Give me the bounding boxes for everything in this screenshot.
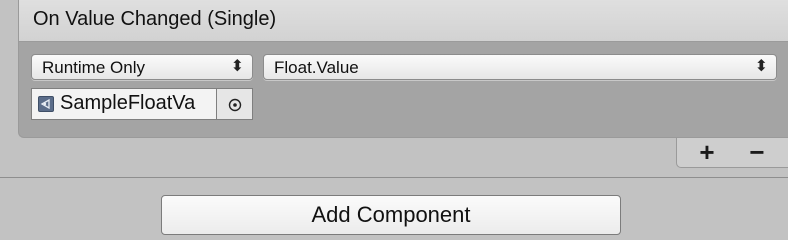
add-listener-button[interactable]: + [687,138,727,166]
up-down-arrows-icon: ⬍ [230,58,244,75]
add-component-label: Add Component [311,202,471,227]
function-dropdown[interactable]: Float.Value ⬍ [263,54,777,80]
object-picker-button[interactable] [217,88,253,120]
inspector-area: On Value Changed (Single) Runtime Only ⬍… [0,0,788,235]
target-object-name: SampleFloatVa [60,92,196,114]
event-title: On Value Changed (Single) [33,8,277,30]
add-component-button[interactable]: Add Component [161,195,621,235]
object-picker-icon [228,98,242,112]
unity-event-panel: On Value Changed (Single) Runtime Only ⬍… [18,0,788,138]
event-listener-list: Runtime Only ⬍ Float.Value ⬍ SampleFloat… [19,42,788,130]
function-label: Float.Value [274,58,359,77]
event-header: On Value Changed (Single) [19,0,788,42]
remove-listener-button[interactable]: − [737,138,777,166]
call-state-dropdown[interactable]: Runtime Only ⬍ [31,54,253,80]
section-divider [0,177,788,178]
listener-footer: + − [676,138,788,168]
up-down-arrows-icon: ⬍ [754,58,768,75]
scriptable-object-icon [38,96,54,112]
target-object-field[interactable]: SampleFloatVa [31,88,217,120]
call-state-label: Runtime Only [42,58,145,77]
